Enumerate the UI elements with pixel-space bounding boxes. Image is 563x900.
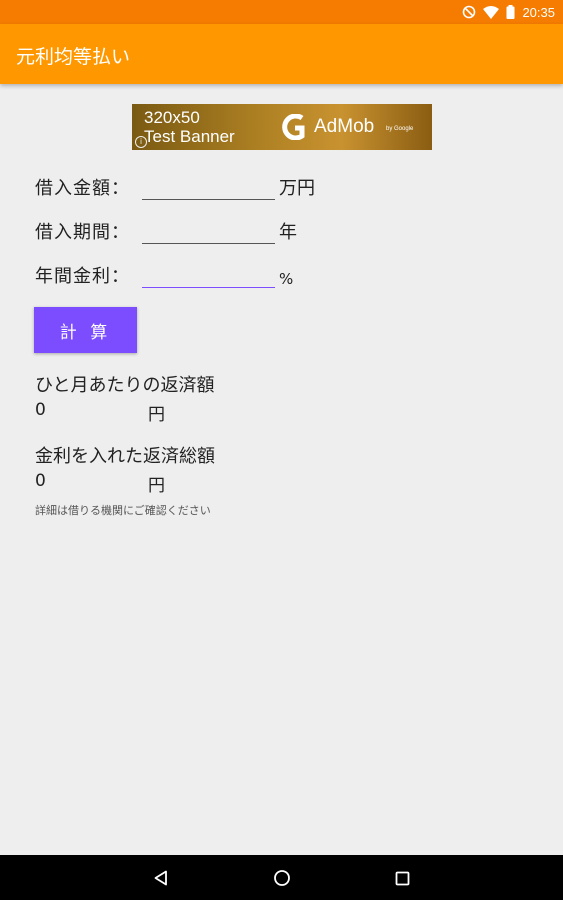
interest-rate-unit: % bbox=[279, 270, 294, 288]
ad-byline: by Google bbox=[386, 126, 414, 132]
interest-rate-input[interactable] bbox=[142, 266, 275, 288]
battery-icon bbox=[506, 5, 515, 19]
app-bar: 元利均等払い bbox=[0, 24, 563, 84]
admob-logo-icon bbox=[282, 114, 305, 140]
back-icon[interactable] bbox=[150, 867, 172, 889]
loan-amount-row: 借入金額： 万円 bbox=[35, 176, 315, 200]
loan-period-label: 借入期間： bbox=[35, 222, 130, 243]
ad-line2: Test Banner bbox=[144, 127, 235, 146]
interest-rate-row: 年間金利： % bbox=[35, 264, 293, 288]
total-payment-value: 0 bbox=[35, 471, 46, 491]
ad-line1: 320x50 bbox=[144, 108, 200, 127]
ad-banner[interactable]: 320x50 Test Banner i AdMob by Google bbox=[132, 104, 432, 150]
disclaimer-note: 詳細は借りる機関にご確認ください bbox=[35, 504, 211, 517]
loan-amount-unit: 万円 bbox=[279, 178, 315, 199]
do-not-disturb-icon bbox=[462, 5, 476, 19]
status-icons: 20:35 bbox=[462, 3, 555, 21]
ad-text: 320x50 Test Banner bbox=[144, 108, 235, 146]
home-icon[interactable] bbox=[271, 867, 293, 889]
status-time: 20:35 bbox=[522, 4, 555, 20]
ad-brand: AdMob bbox=[314, 116, 375, 137]
calculate-button[interactable]: 計 算 bbox=[34, 307, 137, 353]
monthly-payment-value: 0 bbox=[35, 400, 46, 420]
monthly-payment-unit: 円 bbox=[148, 405, 165, 425]
loan-period-input[interactable] bbox=[142, 222, 275, 244]
loan-amount-label: 借入金額： bbox=[35, 178, 130, 199]
monthly-payment-label: ひと月あたりの返済額 bbox=[35, 375, 215, 396]
loan-period-row: 借入期間： 年 bbox=[35, 220, 297, 244]
loan-amount-input[interactable] bbox=[142, 178, 275, 200]
total-payment-label: 金利を入れた返済総額 bbox=[35, 446, 215, 467]
recents-icon[interactable] bbox=[391, 867, 413, 889]
interest-rate-label: 年間金利： bbox=[35, 266, 130, 287]
app-title: 元利均等払い bbox=[16, 47, 131, 68]
total-payment-unit: 円 bbox=[148, 476, 165, 496]
status-bar: 20:35 bbox=[0, 0, 563, 24]
loan-period-unit: 年 bbox=[279, 222, 297, 243]
wifi-icon bbox=[483, 5, 500, 19]
ad-info-icon[interactable]: i bbox=[135, 136, 147, 148]
navigation-bar bbox=[0, 855, 563, 900]
